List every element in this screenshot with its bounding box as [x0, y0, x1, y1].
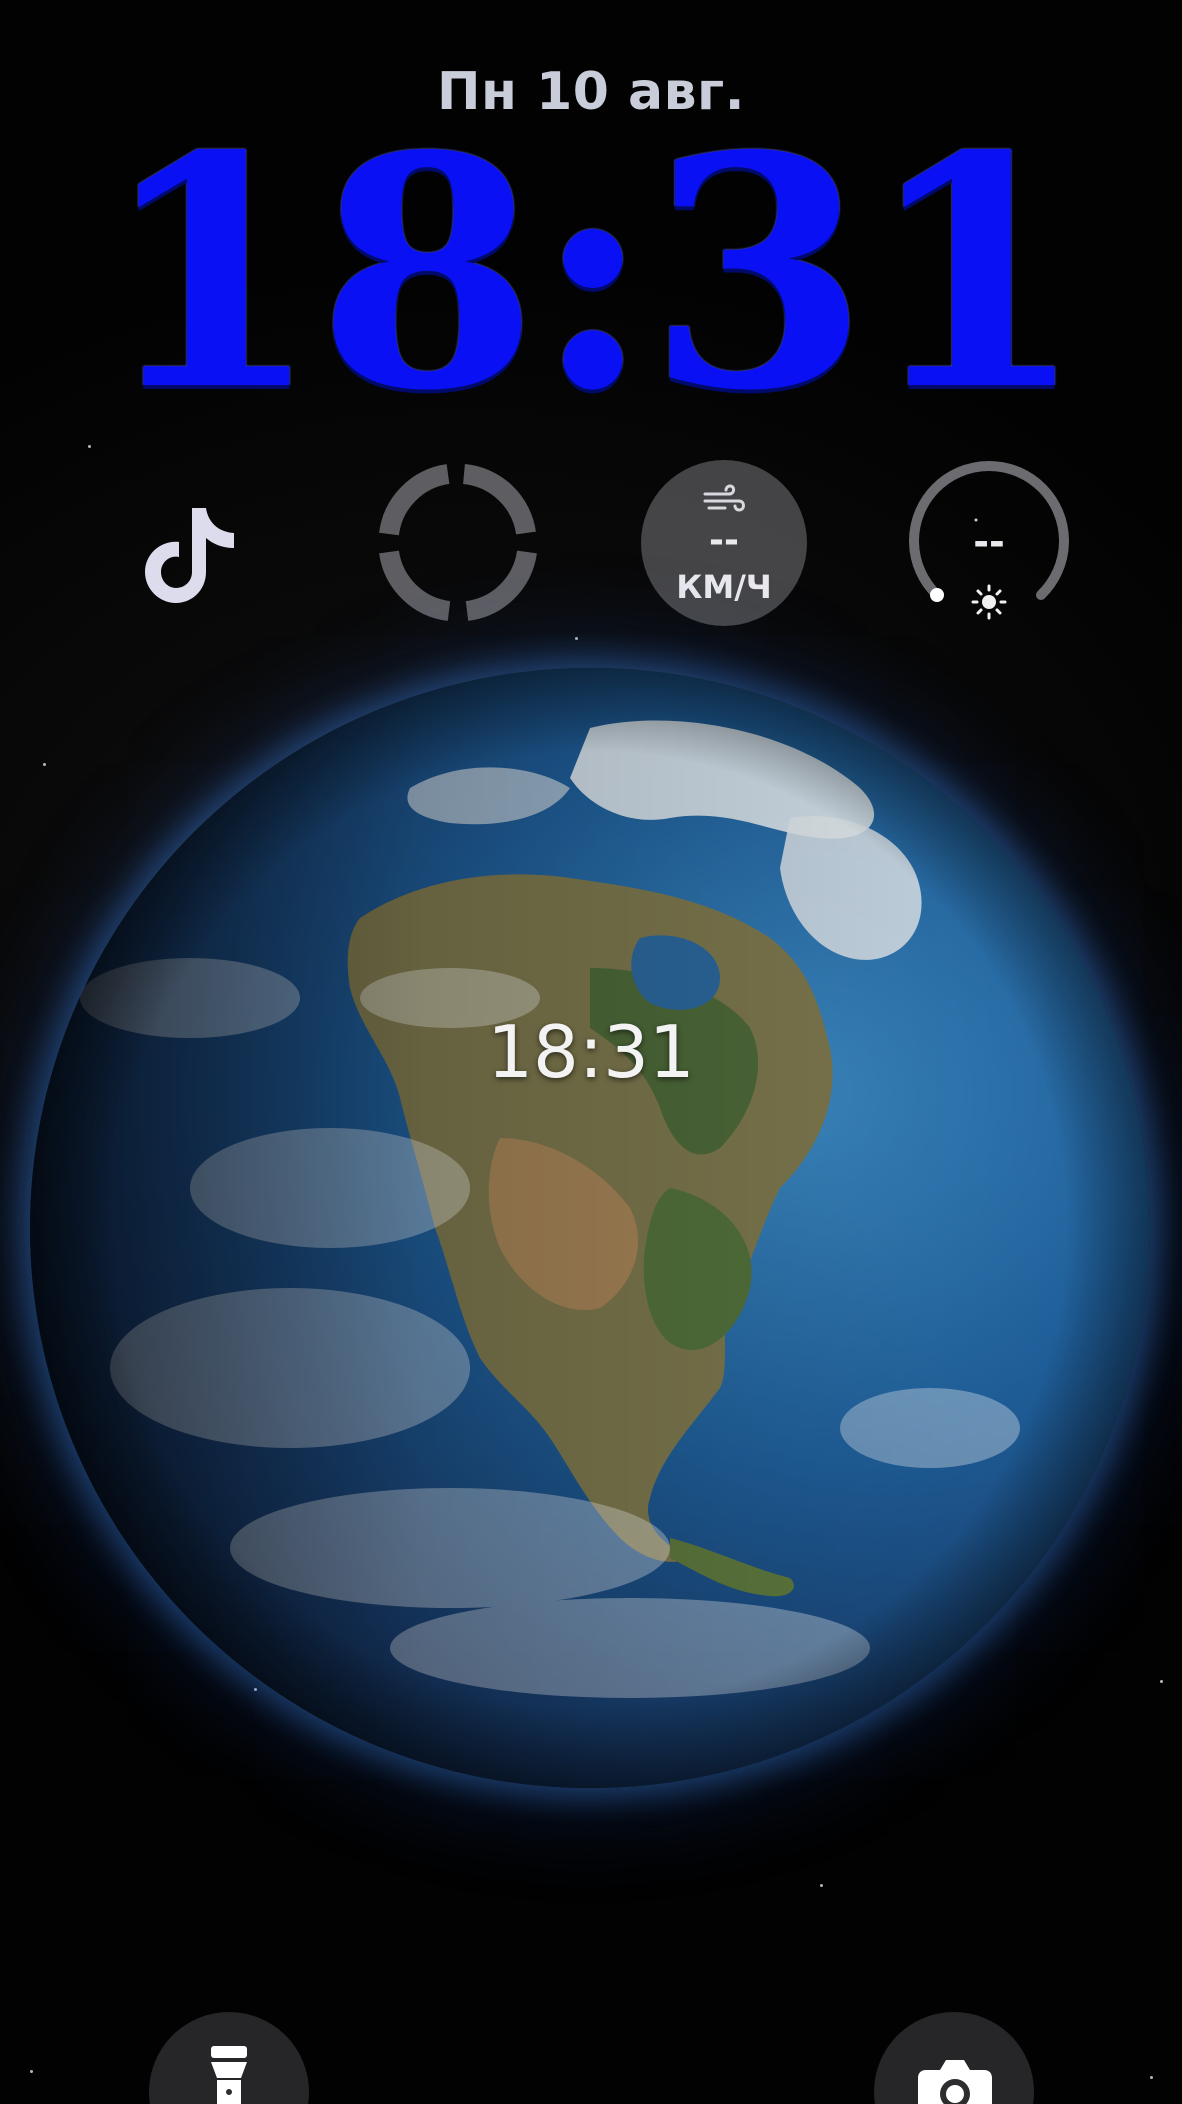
- activity-ring-widget[interactable]: [375, 460, 541, 626]
- star: [575, 637, 578, 640]
- star: [43, 763, 46, 766]
- earth-wallpaper: [30, 668, 1150, 1788]
- flashlight-icon: [211, 2046, 247, 2104]
- wind-widget[interactable]: -- КМ/Ч: [641, 460, 807, 626]
- flashlight-button[interactable]: [149, 2012, 309, 2104]
- activity-ring-icon: [379, 464, 537, 621]
- camera-button[interactable]: [874, 2012, 1034, 2104]
- lock-screen: Пн 10 авг. 18:31 -- КМ/Ч -- 18:31: [0, 0, 1182, 2104]
- star: [30, 2070, 33, 2073]
- star: [820, 1884, 823, 1887]
- uv-index-widget[interactable]: --: [906, 460, 1072, 626]
- sun-icon: [971, 584, 1007, 620]
- lock-clock[interactable]: 18:31: [0, 108, 1182, 438]
- star: [1160, 1680, 1163, 1683]
- wind-speed-value: --: [709, 520, 739, 561]
- wallpaper-clock: 18:31: [487, 1010, 695, 1094]
- uv-index-value: --: [973, 520, 1005, 564]
- tiktok-icon: [145, 508, 234, 603]
- star: [254, 1688, 257, 1691]
- star: [1150, 2076, 1153, 2079]
- wind-icon: [703, 484, 745, 512]
- star: [88, 445, 91, 448]
- camera-icon: [918, 2060, 992, 2104]
- tiktok-widget[interactable]: [110, 460, 276, 626]
- wind-speed-unit: КМ/Ч: [676, 568, 772, 606]
